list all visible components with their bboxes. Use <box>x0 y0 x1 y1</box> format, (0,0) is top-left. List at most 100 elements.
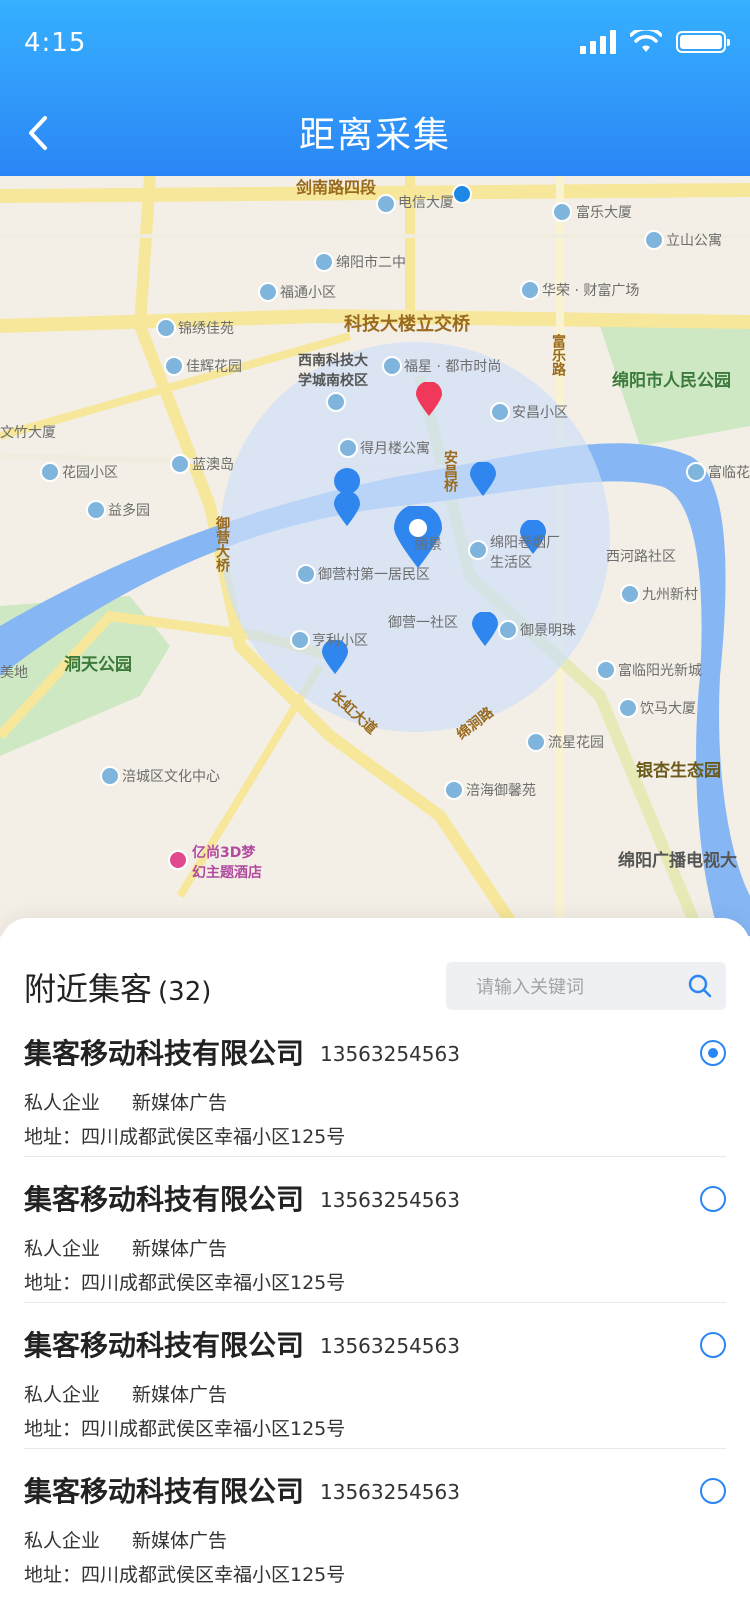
poi-icon <box>498 620 518 640</box>
map-label: 安昌桥 <box>442 450 458 492</box>
map-label: 得月楼公寓 <box>360 441 430 457</box>
poi-icon <box>686 462 706 482</box>
map-marker-red-icon[interactable] <box>416 382 442 416</box>
page-title: 距离采集 <box>298 115 451 156</box>
map-label: 电信大厦 <box>398 195 454 211</box>
client-tags: 私人企业 新媒体广告 <box>24 1380 227 1407</box>
client-phone: 13563254563 <box>320 1334 460 1358</box>
app-header: 4:15 距离采集 <box>0 0 750 176</box>
poi-icon <box>170 454 190 474</box>
client-list-item[interactable]: 集客移动科技有限公司 13563254563 私人企业 新媒体广告 地址：四川成都… <box>24 1448 726 1594</box>
map-label: 涪海御馨苑 <box>466 783 536 799</box>
poi-icon <box>290 630 310 650</box>
poi-icon <box>164 356 184 376</box>
client-tags: 私人企业 新媒体广告 <box>24 1088 227 1115</box>
map-label: 蓝澳岛 <box>192 457 234 473</box>
map-marker-icon[interactable] <box>334 492 360 526</box>
select-radio[interactable] <box>700 1040 726 1066</box>
select-radio[interactable] <box>700 1332 726 1358</box>
client-name: 集客移动科技有限公司 <box>24 1183 305 1216</box>
client-phone: 13563254563 <box>320 1188 460 1212</box>
client-list-item[interactable]: 集客移动科技有限公司 13563254563 私人企业 新媒体广告 地址：四川成都… <box>24 1156 726 1303</box>
client-address: 地址：四川成都武侯区幸福小区125号 <box>24 1126 346 1148</box>
map-label: 富乐大厦 <box>576 205 632 221</box>
client-tags: 私人企业 新媒体广告 <box>24 1234 227 1261</box>
map-label: 绵阳卷烟厂生活区 <box>490 535 560 571</box>
map-label: 御营一社区 <box>388 615 458 631</box>
map-label: 西河路社区 <box>606 549 676 565</box>
poi-icon <box>296 564 316 584</box>
map-label: 剑南路四段 <box>296 178 377 197</box>
map-label: 饮马大厦 <box>640 701 696 717</box>
poi-icon <box>526 732 546 752</box>
map-marker-icon[interactable] <box>470 462 496 496</box>
map-label: 御营大桥 <box>214 516 230 572</box>
map-label: 丽景 <box>414 537 442 553</box>
map-label: 美地 <box>0 665 28 681</box>
search-input[interactable] <box>474 962 678 1012</box>
client-industry: 新媒体广告 <box>132 1530 228 1552</box>
map-label: 亨利小区 <box>312 633 368 649</box>
client-type: 私人企业 <box>24 1092 101 1114</box>
poi-icon <box>552 202 572 222</box>
client-list-item[interactable]: 集客移动科技有限公司 13563254563 私人企业 新媒体广告 地址：四川成都… <box>24 1302 726 1449</box>
poi-icon <box>86 500 106 520</box>
status-icons <box>580 30 730 54</box>
map-label: 绵阳市人民公园 <box>612 371 731 391</box>
hotel-icon <box>168 850 188 870</box>
select-radio[interactable] <box>700 1186 726 1212</box>
client-type: 私人企业 <box>24 1238 101 1260</box>
client-tags: 私人企业 新媒体广告 <box>24 1526 227 1553</box>
client-count: (32) <box>158 977 212 1007</box>
map-label: 福星 · 都市时尚 <box>404 359 502 375</box>
map-label: 御景明珠 <box>520 623 576 639</box>
map-label: 西南科技大学城南校区 <box>298 353 368 389</box>
client-name: 集客移动科技有限公司 <box>24 1329 305 1362</box>
map-marker-blue <box>334 468 361 494</box>
map-label: 华荣 · 财富广场 <box>542 283 640 299</box>
map-label: 富乐路 <box>550 334 566 376</box>
client-type: 私人企业 <box>24 1384 101 1406</box>
search-box[interactable] <box>446 962 726 1012</box>
poi-icon <box>620 584 640 604</box>
map-label: 绵阳广播电视大 <box>618 851 737 871</box>
poi-icon <box>258 282 278 302</box>
map-label: 益多园 <box>108 503 150 519</box>
map-marker-icon[interactable] <box>472 612 498 646</box>
map-label: 九州新村 <box>642 587 698 603</box>
poi-icon <box>490 402 510 422</box>
map-label: 涪城区文化中心 <box>122 769 220 785</box>
map-label: 洞天公园 <box>64 655 132 675</box>
status-time: 4:15 <box>24 28 87 58</box>
map-label: 富临阳光新城 <box>618 663 702 679</box>
map-label: 佳辉花园 <box>186 359 242 375</box>
poi-icon <box>326 392 346 412</box>
client-address: 地址：四川成都武侯区幸福小区125号 <box>24 1272 346 1294</box>
client-industry: 新媒体广告 <box>132 1092 228 1114</box>
poi-icon <box>618 698 638 718</box>
map-label: 花园小区 <box>62 465 118 481</box>
select-radio[interactable] <box>700 1478 726 1504</box>
client-address: 地址：四川成都武侯区幸福小区125号 <box>24 1564 346 1586</box>
poi-icon <box>338 438 358 458</box>
search-icon[interactable] <box>688 974 712 998</box>
map-label: 文竹大厦 <box>0 425 56 441</box>
poi-icon <box>40 462 60 482</box>
map-label: 绵阳市二中 <box>336 255 406 271</box>
client-phone: 13563254563 <box>320 1042 460 1066</box>
client-name: 集客移动科技有限公司 <box>24 1475 305 1508</box>
map-label: 福通小区 <box>280 285 336 301</box>
client-name: 集客移动科技有限公司 <box>24 1037 305 1070</box>
poi-icon <box>382 356 402 376</box>
nearby-clients-sheet: 附近集客(32) 集客移动科技有限公司 13563254563 私人企业新媒体广… <box>0 918 750 1624</box>
sheet-title-label: 附近集客 <box>24 970 153 1008</box>
map-view[interactable]: 剑南路四段 电信大厦 富乐大厦 绵阳市二中 立山公寓 福通小区 华荣 · 财富广… <box>0 176 750 936</box>
battery-icon <box>676 31 730 53</box>
client-list-item[interactable]: 集客移动科技有限公司 13563254563 私人企业 新媒体广告 地址：四川成都… <box>24 1010 726 1157</box>
client-address: 地址：四川成都武侯区幸福小区125号 <box>24 1418 346 1440</box>
map-label: 科技大楼立交桥 <box>344 314 470 335</box>
signal-icon <box>580 30 616 54</box>
sheet-title: 附近集客 (32) <box>24 964 211 1010</box>
poi-icon <box>468 540 488 560</box>
poi-icon <box>100 766 120 786</box>
